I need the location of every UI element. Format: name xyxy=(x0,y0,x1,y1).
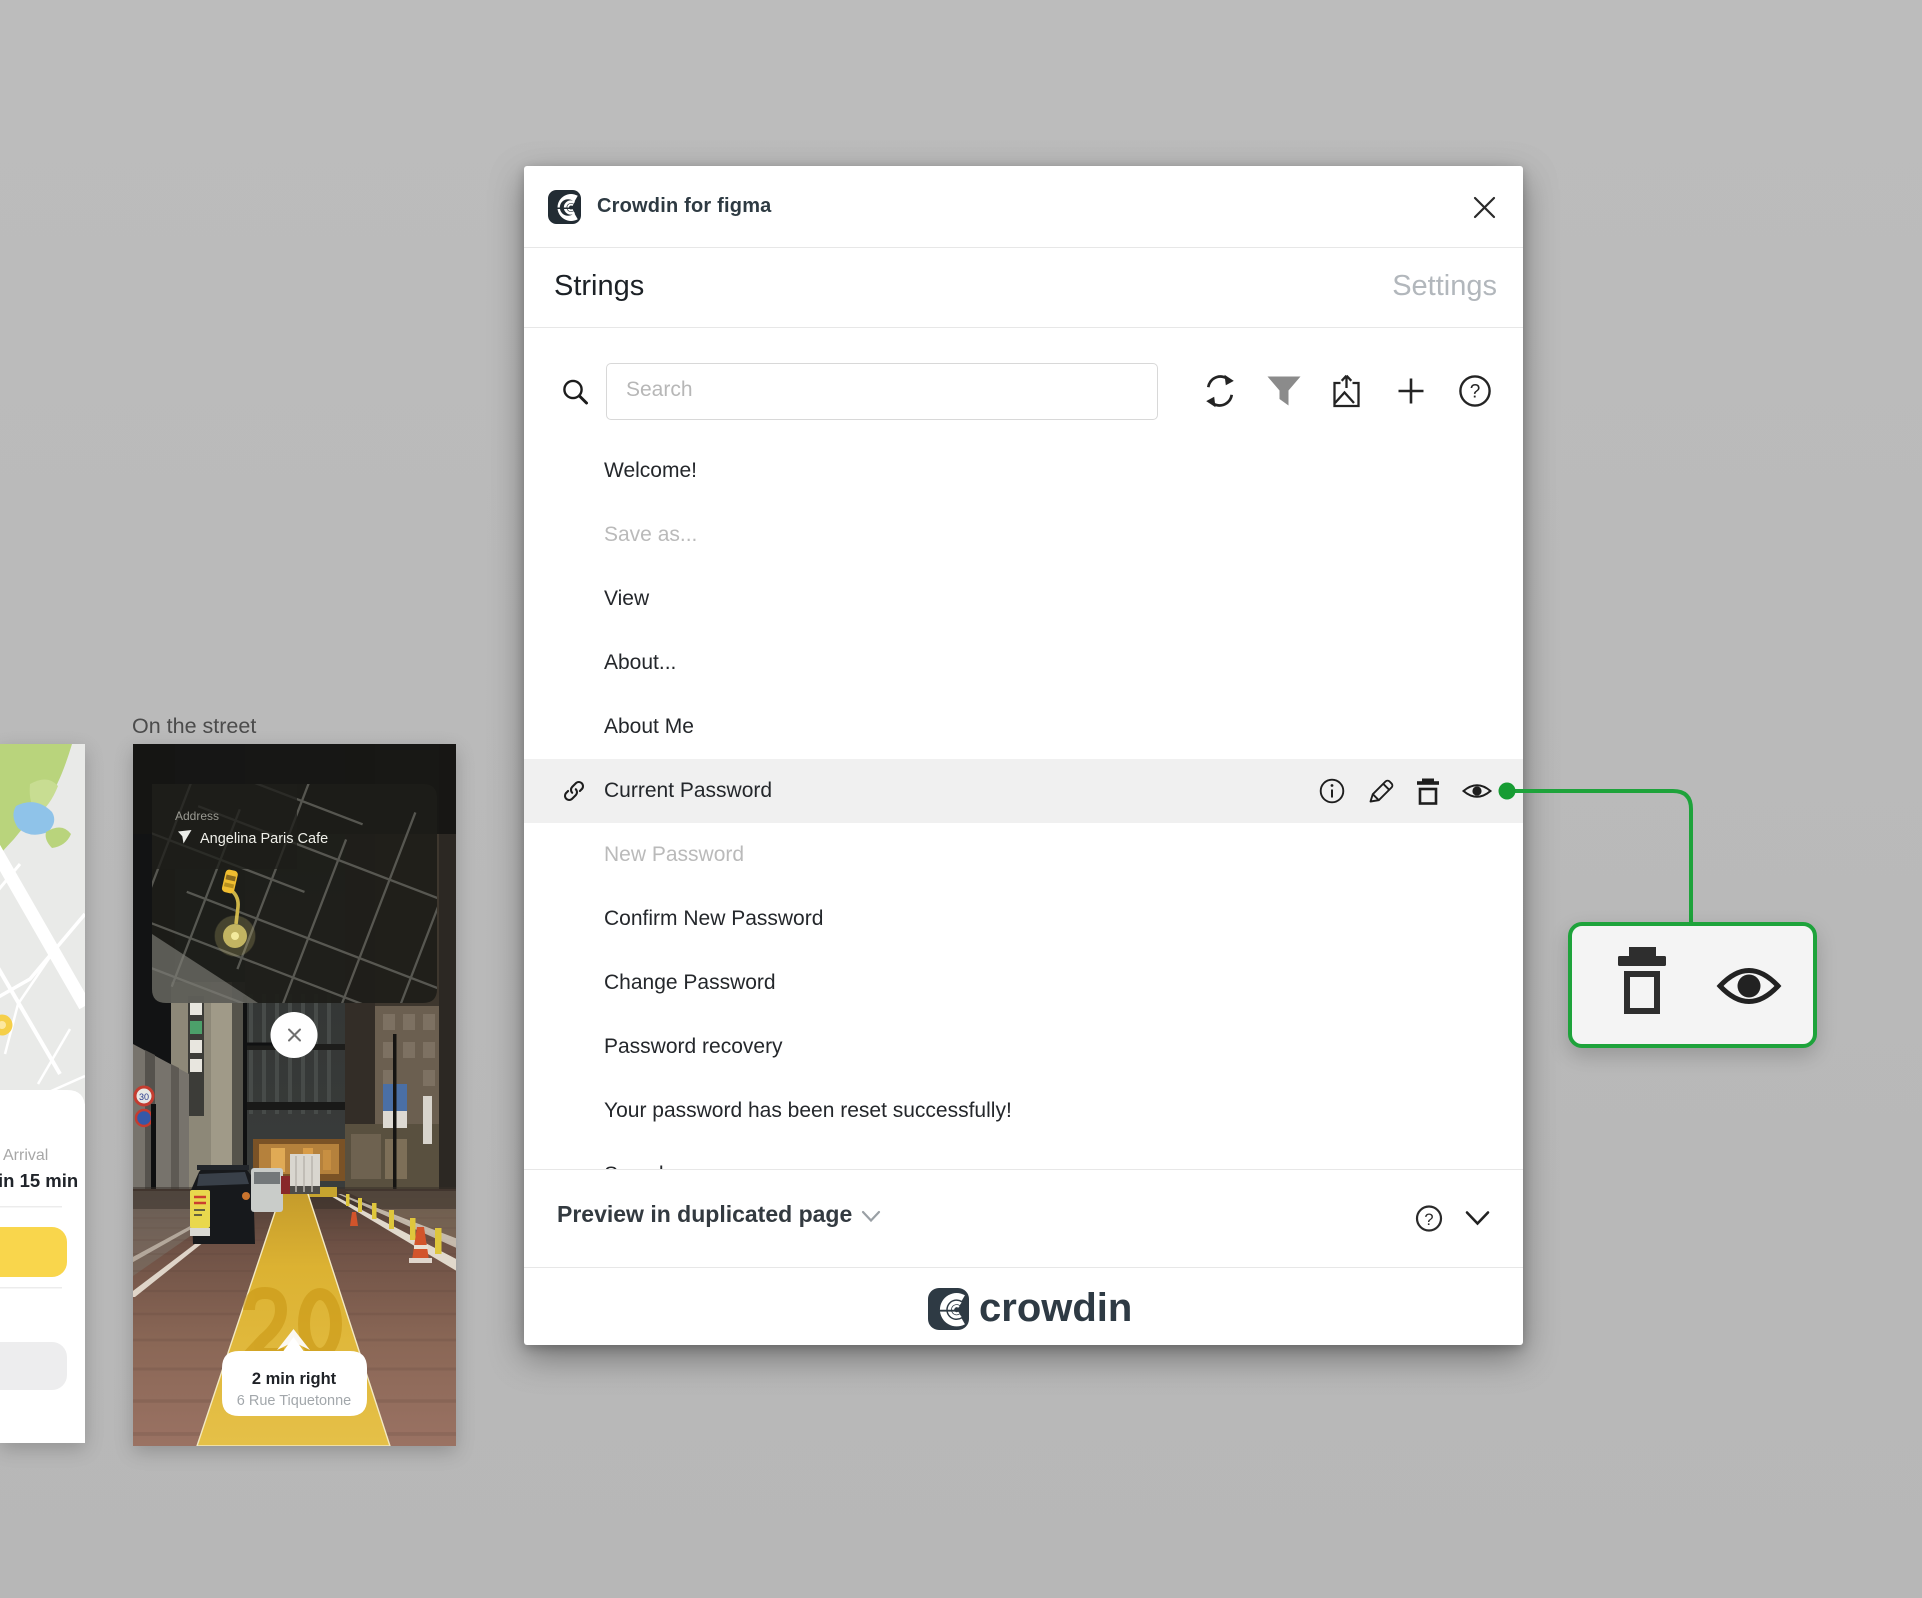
svg-text:?: ? xyxy=(1470,382,1481,403)
svg-text:?: ? xyxy=(1424,1211,1433,1229)
svg-text:2 min right: 2 min right xyxy=(252,1370,337,1388)
svg-text:in 15 min: in 15 min xyxy=(0,1170,78,1191)
svg-text:Address: Address xyxy=(175,809,219,823)
svg-text:30: 30 xyxy=(139,1092,149,1102)
svg-text:Angelina Paris Cafe: Angelina Paris Cafe xyxy=(200,831,328,847)
svg-text:Arrival: Arrival xyxy=(3,1147,48,1164)
svg-text:6 Rue Tiquetonne: 6 Rue Tiquetonne xyxy=(237,1393,351,1409)
